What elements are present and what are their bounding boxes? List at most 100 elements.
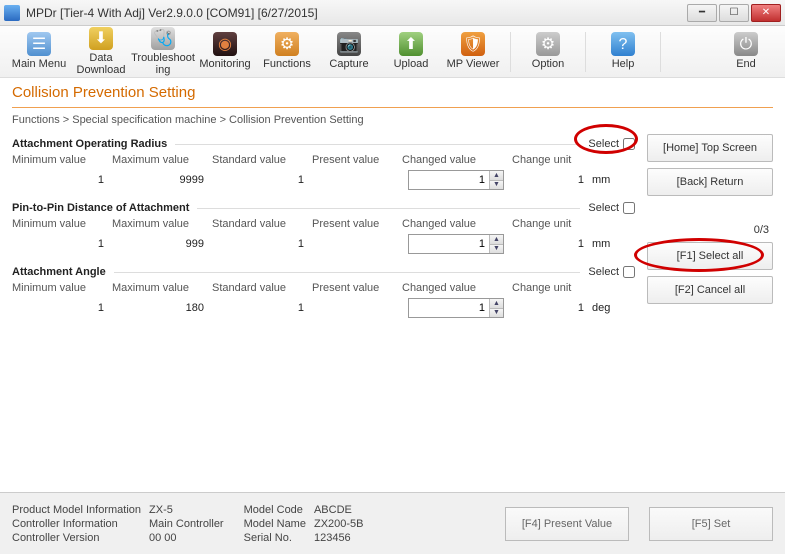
spin-up-icon[interactable]: ▲ [490, 235, 503, 245]
spin-up-icon[interactable]: ▲ [490, 299, 503, 309]
select-checkbox-1[interactable] [623, 202, 635, 214]
max-value: 180 [112, 302, 212, 314]
col-max: Maximum value [112, 282, 212, 294]
min-value: 1 [12, 174, 112, 186]
main-menu-icon: ☰ [27, 32, 51, 56]
power-icon: ⏻ [734, 32, 758, 56]
select-checkbox-2[interactable] [623, 266, 635, 278]
end-button[interactable]: ⏻End [715, 27, 777, 77]
functions-button[interactable]: ⚙Functions [256, 27, 318, 77]
spin-down-icon[interactable]: ▼ [490, 309, 503, 318]
col-changed: Changed value [402, 282, 512, 294]
selection-counter: 0/3 [647, 222, 773, 236]
unit-label: deg [592, 302, 632, 314]
help-button[interactable]: ?Help [592, 27, 654, 77]
maximize-button[interactable]: ☐ [719, 4, 749, 22]
select-label: Select [588, 266, 635, 278]
f5-set-button[interactable]: [F5] Set [649, 507, 773, 541]
upload-button[interactable]: ⬆Upload [380, 27, 442, 77]
changed-value-input[interactable] [409, 171, 489, 189]
back-button[interactable]: [Back] Return [647, 168, 773, 196]
col-max: Maximum value [112, 218, 212, 230]
app-icon [4, 5, 20, 21]
col-present: Present value [312, 282, 402, 294]
table-row: 1 180 1 ▲▼ 1 deg [12, 296, 635, 326]
monitoring-button[interactable]: ◉Monitoring [194, 27, 256, 77]
col-unit: Change unit [512, 218, 592, 230]
section-header: Attachment Operating Radius Select [12, 134, 635, 152]
close-button[interactable]: ✕ [751, 4, 781, 22]
cancel-all-button[interactable]: [F2] Cancel all [647, 276, 773, 304]
col-std: Standard value [212, 282, 312, 294]
shield-icon: 🛡 [461, 32, 485, 56]
max-value: 9999 [112, 174, 212, 186]
section-title: Attachment Operating Radius [12, 138, 167, 150]
select-label: Select [588, 202, 635, 214]
col-unit: Change unit [512, 154, 592, 166]
data-download-button[interactable]: ⬇Data Download [70, 27, 132, 77]
select-checkbox-0[interactable] [623, 138, 635, 150]
col-changed: Changed value [402, 154, 512, 166]
camera-icon: 📷 [337, 32, 361, 56]
col-changed: Changed value [402, 218, 512, 230]
capture-button[interactable]: 📷Capture [318, 27, 380, 77]
change-unit-value: 1 [512, 174, 592, 186]
col-min: Minimum value [12, 218, 112, 230]
change-unit-value: 1 [512, 302, 592, 314]
mn-value: ZX200-5B [314, 518, 364, 530]
pmi-label: Product Model Information [12, 504, 141, 516]
select-label: Select [588, 138, 635, 150]
troubleshooting-button[interactable]: 🩺Troubleshoot ing [132, 27, 194, 77]
window-title: MPDr [Tier-4 With Adj] Ver2.9.0.0 [COM91… [26, 6, 685, 20]
pmi-value: ZX-5 [149, 504, 224, 516]
option-button[interactable]: ⚙Option [517, 27, 579, 77]
change-unit-value: 1 [512, 238, 592, 250]
section-header: Pin-to-Pin Distance of Attachment Select [12, 198, 635, 216]
toolbar: ☰Main Menu ⬇Data Download 🩺Troubleshoot … [0, 26, 785, 78]
spin-down-icon[interactable]: ▼ [490, 181, 503, 190]
min-value: 1 [12, 302, 112, 314]
unit-label: mm [592, 238, 632, 250]
main-menu-button[interactable]: ☰Main Menu [8, 27, 70, 77]
std-value: 1 [212, 238, 312, 250]
changed-value-spinner[interactable]: ▲▼ [408, 170, 504, 190]
select-all-button[interactable]: [F1] Select all [647, 242, 773, 270]
max-value: 999 [112, 238, 212, 250]
status-bar: Product Model Information ZX-5 Controller… [0, 492, 785, 554]
breadcrumb: Functions > Special specification machin… [0, 114, 785, 134]
changed-value-spinner[interactable]: ▲▼ [408, 298, 504, 318]
ci-value: Main Controller [149, 518, 224, 530]
help-icon: ? [611, 32, 635, 56]
section-title: Attachment Angle [12, 266, 106, 278]
minimize-button[interactable]: ━ [687, 4, 717, 22]
cv-value: 00 00 [149, 532, 224, 544]
changed-value-input[interactable] [409, 235, 489, 253]
unit-label: mm [592, 174, 632, 186]
spin-down-icon[interactable]: ▼ [490, 245, 503, 254]
gear-icon: ⚙ [536, 32, 560, 56]
col-min: Minimum value [12, 282, 112, 294]
home-button[interactable]: [Home] Top Screen [647, 134, 773, 162]
changed-value-input[interactable] [409, 299, 489, 317]
spin-up-icon[interactable]: ▲ [490, 171, 503, 181]
stethoscope-icon: 🩺 [151, 27, 175, 51]
sn-value: 123456 [314, 532, 364, 544]
sn-label: Serial No. [244, 532, 306, 544]
mc-value: ABCDE [314, 504, 364, 516]
mn-label: Model Name [244, 518, 306, 530]
changed-value-spinner[interactable]: ▲▼ [408, 234, 504, 254]
title-bar: MPDr [Tier-4 With Adj] Ver2.9.0.0 [COM91… [0, 0, 785, 26]
col-std: Standard value [212, 218, 312, 230]
mc-label: Model Code [244, 504, 306, 516]
f4-present-value-button[interactable]: [F4] Present Value [505, 507, 629, 541]
mp-viewer-button[interactable]: 🛡MP Viewer [442, 27, 504, 77]
col-max: Maximum value [112, 154, 212, 166]
page-title: Collision Prevention Setting [12, 84, 773, 101]
cv-label: Controller Version [12, 532, 141, 544]
gauge-icon: ◉ [213, 32, 237, 56]
std-value: 1 [212, 302, 312, 314]
std-value: 1 [212, 174, 312, 186]
table-row: 1 9999 1 ▲▼ 1 mm [12, 168, 635, 198]
col-present: Present value [312, 218, 402, 230]
download-icon: ⬇ [89, 27, 113, 51]
